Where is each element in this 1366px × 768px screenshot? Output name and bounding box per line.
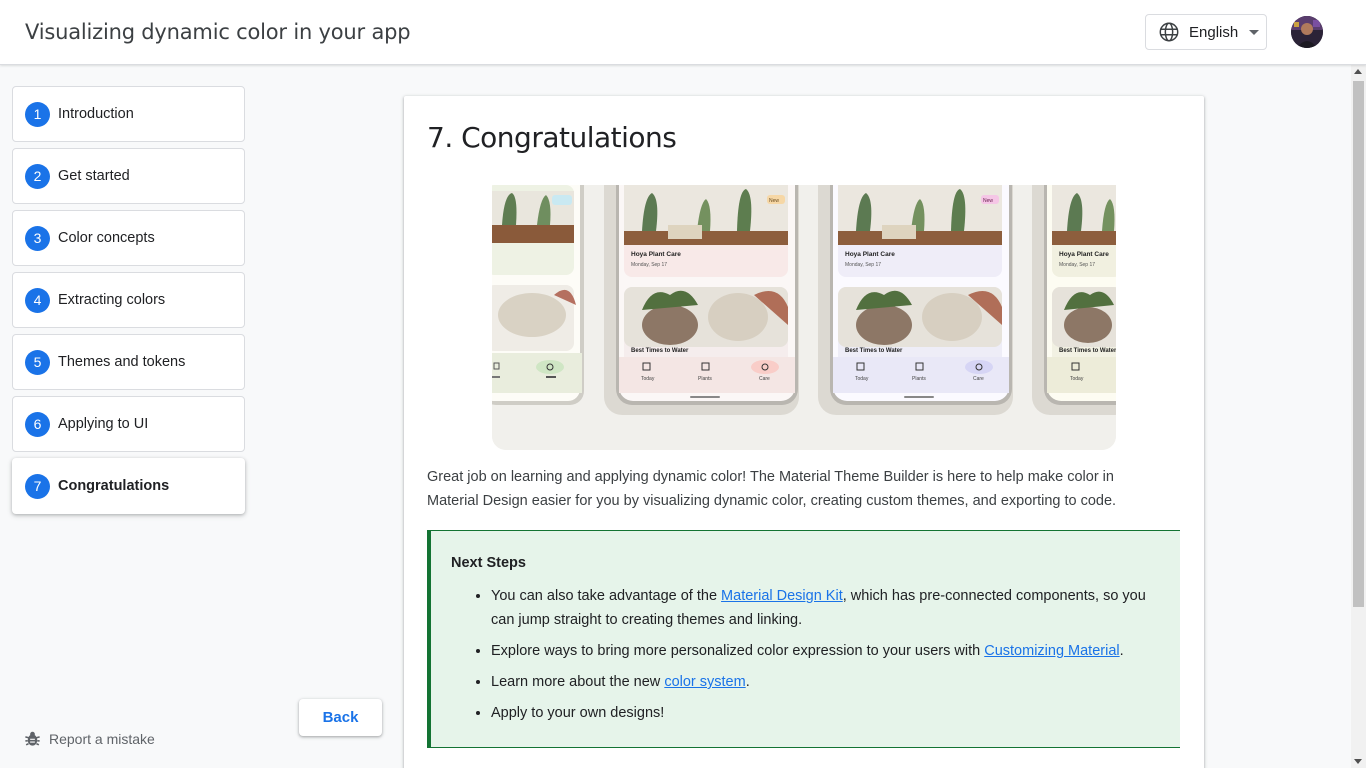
list-item-text: Explore ways to bring more personalized … [491, 643, 985, 659]
svg-text:Today: Today [641, 376, 655, 382]
list-item: You can also take advantage of the Mater… [491, 584, 1171, 632]
step-number: 7 [25, 473, 50, 499]
next-steps-list: You can also take advantage of the Mater… [491, 584, 1171, 732]
list-item-text: You can also take advantage of the [491, 588, 722, 604]
step-congratulations[interactable]: 7 Congratulations [12, 458, 245, 514]
svg-text:Plants: Plants [912, 376, 926, 382]
step-color-concepts[interactable]: 3 Color concepts [12, 210, 245, 266]
svg-text:Today: Today [1070, 376, 1084, 382]
list-item-text: Learn more about the new [491, 674, 665, 690]
back-button[interactable]: Back [299, 699, 382, 736]
content-card: 7. Congratulations New Hoya Plant Care M… [404, 96, 1204, 768]
step-extracting-colors[interactable]: 4 Extracting colors [12, 272, 245, 328]
material-design-kit-link[interactable]: Material Design Kit [721, 588, 843, 604]
scrollbar-thumb[interactable] [1353, 81, 1364, 607]
chevron-down-icon [1249, 29, 1260, 35]
step-get-started[interactable]: 2 Get started [12, 148, 245, 204]
step-label: Extracting colors [58, 292, 166, 308]
intro-paragraph: Great job on learning and applying dynam… [427, 469, 1117, 509]
svg-text:Best Times to Water: Best Times to Water [631, 348, 689, 354]
report-mistake-link[interactable]: Report a mistake [23, 729, 155, 748]
svg-text:Monday, Sep 17: Monday, Sep 17 [1059, 262, 1095, 268]
globe-icon [1159, 22, 1179, 42]
report-mistake-label: Report a mistake [49, 730, 155, 747]
scroll-up-icon[interactable] [1354, 69, 1362, 74]
list-item: Learn more about the new color system. [491, 670, 1171, 694]
step-number: 4 [25, 287, 50, 313]
step-heading: 7. Congratulations [427, 121, 677, 154]
svg-text:Best Times to Water: Best Times to Water [1059, 348, 1116, 354]
next-steps-callout: Next Steps You can also take advantage o… [427, 530, 1180, 748]
hero-illustration: New Hoya Plant Care Monday, Sep 17 Best … [492, 185, 1116, 450]
language-selector[interactable]: English [1145, 14, 1267, 50]
page-scrollbar[interactable] [1351, 65, 1366, 768]
bug-icon [25, 731, 40, 746]
svg-text:Hoya Plant Care: Hoya Plant Care [1059, 251, 1109, 258]
next-steps-title: Next Steps [451, 555, 526, 571]
top-app-bar: Visualizing dynamic color in your app En… [0, 0, 1366, 65]
svg-text:Care: Care [973, 376, 984, 382]
svg-text:Plants: Plants [698, 376, 712, 382]
step-number: 2 [25, 163, 50, 189]
phone-mockups-illustration: New Hoya Plant Care Monday, Sep 17 Best … [492, 185, 1116, 450]
step-label: Get started [58, 168, 130, 184]
step-number: 3 [25, 225, 50, 251]
step-number: 1 [25, 101, 50, 127]
step-number: 6 [25, 411, 50, 437]
step-number: 5 [25, 349, 50, 375]
step-list: 1 Introduction 2 Get started 3 Color con… [12, 86, 245, 520]
svg-text:Best Times to Water: Best Times to Water [845, 348, 903, 354]
scroll-down-icon[interactable] [1354, 759, 1362, 764]
svg-text:Today: Today [855, 376, 869, 382]
svg-text:Care: Care [759, 376, 770, 382]
svg-text:Hoya Plant Care: Hoya Plant Care [631, 251, 681, 258]
step-introduction[interactable]: 1 Introduction [12, 86, 245, 142]
svg-text:New: New [983, 198, 993, 204]
step-label: Applying to UI [58, 416, 149, 432]
list-item-text: . [745, 674, 750, 690]
color-system-link[interactable]: color system [664, 674, 745, 690]
step-themes-and-tokens[interactable]: 5 Themes and tokens [12, 334, 245, 390]
page-title: Visualizing dynamic color in your app [25, 20, 411, 44]
list-item: Explore ways to bring more personalized … [491, 639, 1171, 663]
list-item: Apply to your own designs! [491, 701, 1171, 725]
list-item-text: Apply to your own designs! [491, 705, 665, 721]
step-applying-to-ui[interactable]: 6 Applying to UI [12, 396, 245, 452]
step-label: Congratulations [58, 478, 170, 494]
list-item-text: . [1119, 643, 1124, 659]
language-label: English [1189, 23, 1239, 41]
step-label: Introduction [58, 106, 134, 122]
customizing-material-link[interactable]: Customizing Material [984, 643, 1119, 659]
step-label: Themes and tokens [58, 354, 186, 370]
avatar[interactable] [1291, 16, 1323, 48]
svg-text:Monday, Sep 17: Monday, Sep 17 [845, 262, 881, 268]
svg-text:Monday, Sep 17: Monday, Sep 17 [631, 262, 667, 268]
svg-text:New: New [769, 198, 779, 204]
step-label: Color concepts [58, 230, 155, 246]
svg-text:Hoya Plant Care: Hoya Plant Care [845, 251, 895, 258]
